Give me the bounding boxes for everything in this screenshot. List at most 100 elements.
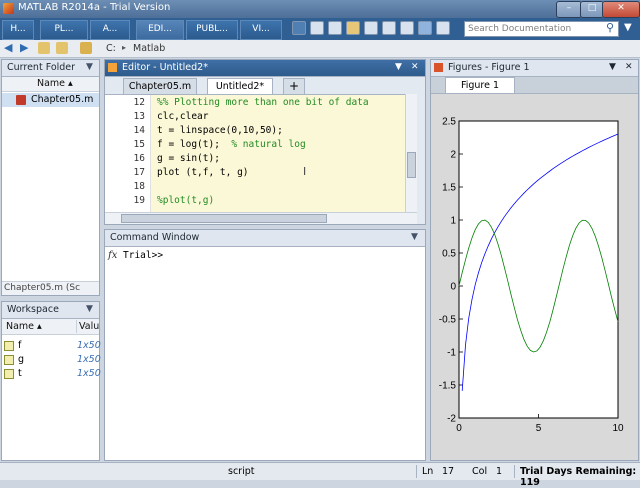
column-number: 1: [496, 466, 503, 477]
workspace-header: Name ▴ Valu: [2, 319, 99, 335]
address-drive[interactable]: C:: [106, 43, 116, 54]
line-number: 17: [442, 466, 455, 477]
close-button[interactable]: ✕: [602, 1, 640, 18]
variable-value: 1x50: [77, 368, 101, 379]
scrollbar-thumb[interactable]: [407, 152, 416, 178]
copy-icon[interactable]: [328, 21, 342, 35]
command-input[interactable]: fx Trial>>: [105, 247, 425, 460]
trial-days-remaining: Trial Days Remaining: 119: [520, 466, 637, 488]
help-icon[interactable]: [418, 21, 432, 35]
back-icon[interactable]: ◀: [4, 42, 16, 54]
figures-title: Figures - Figure 1 ▼ ✕: [431, 60, 638, 77]
figures-panel: Figures - Figure 1 ▼ ✕ Figure 1: [430, 59, 639, 461]
tab-figure-1[interactable]: Figure 1: [445, 77, 515, 93]
maximize-button[interactable]: □: [580, 1, 604, 18]
file-name: Chapter05.m: [31, 94, 94, 105]
figure-canvas: [431, 93, 638, 460]
details-bar: Chapter05.m (Sc: [2, 281, 99, 295]
panel-menu-icon[interactable]: ▼: [411, 232, 418, 242]
column-label: Col: [472, 466, 488, 477]
tab-home[interactable]: H...: [2, 20, 34, 40]
redo-icon[interactable]: [382, 21, 396, 35]
address-separator: ▸: [122, 43, 127, 52]
paste-icon[interactable]: [346, 21, 360, 35]
up-folder-icon[interactable]: [38, 42, 50, 54]
code-line: 18: [133, 181, 145, 192]
panel-menu-icon[interactable]: ▼: [86, 62, 93, 72]
switch-windows-icon[interactable]: [400, 21, 414, 35]
tab-view[interactable]: VI...: [240, 20, 282, 40]
cut-icon[interactable]: [310, 21, 324, 35]
tab-chapter05[interactable]: Chapter05.m: [123, 78, 197, 95]
code-line: 17 plot (t,f, t, g): [133, 167, 249, 178]
variable-name: g: [18, 354, 25, 365]
matlab-logo-icon: [3, 3, 14, 14]
undo-icon[interactable]: [364, 21, 378, 35]
details-text: Chapter05.m (Sc: [4, 283, 81, 293]
current-folder-title: Current Folder: [2, 60, 99, 77]
close-icon[interactable]: ✕: [625, 60, 633, 75]
figure-icon: [434, 63, 443, 72]
value-column-header[interactable]: Valu: [76, 320, 99, 333]
table-row[interactable]: t 1x50: [2, 368, 101, 381]
variable-name: t: [18, 368, 22, 379]
code-line: 12%% Plotting more than one bit of data: [133, 97, 369, 108]
status-bar: script Ln 17 Col 1 Trial Days Remaining:…: [0, 462, 640, 488]
function-browser-icon[interactable]: fx: [108, 250, 117, 261]
window-title: MATLAB R2014a - Trial Version: [18, 2, 171, 13]
name-column-label: Name ▴: [37, 78, 73, 89]
close-icon[interactable]: ✕: [411, 60, 419, 75]
variable-name: f: [18, 340, 22, 351]
forward-icon[interactable]: ▶: [20, 42, 32, 54]
tab-editor[interactable]: EDI...: [136, 20, 184, 40]
save-icon[interactable]: [292, 21, 306, 35]
command-prompt: Trial>>: [123, 250, 164, 261]
table-row[interactable]: g 1x50: [2, 354, 101, 367]
editor-panel: Editor - Untitled2* ▼ ✕ Chapter05.m Unti…: [104, 59, 426, 225]
code-line: 16 g = sin(t);: [133, 153, 220, 164]
variable-value: 1x50: [77, 340, 101, 351]
editor-title: Editor - Untitled2* ▼ ✕: [105, 60, 425, 77]
title-bar: MATLAB R2014a - Trial Version – □ ✕: [0, 0, 640, 18]
table-row[interactable]: f 1x50: [2, 340, 101, 353]
filter-icon[interactable]: ▼: [624, 22, 636, 34]
vertical-scrollbar[interactable]: [405, 94, 417, 212]
tab-publish[interactable]: PUBL...: [186, 20, 238, 40]
tab-plots[interactable]: PL...: [40, 20, 88, 40]
editor-title-text: Editor - Untitled2*: [122, 62, 208, 73]
search-documentation-input[interactable]: Search Documentation: [464, 21, 619, 37]
list-item[interactable]: Chapter05.m: [2, 93, 99, 107]
code-line: 19 %plot(t,g): [133, 195, 215, 206]
browse-folder-icon[interactable]: [56, 42, 68, 54]
figures-title-text: Figures - Figure 1: [448, 62, 530, 73]
panel-menu-icon[interactable]: ▼: [395, 60, 402, 75]
tab-apps[interactable]: A...: [90, 20, 130, 40]
current-folder-panel: Current Folder ▼ Name ▴ Chapter05.m Chap…: [1, 59, 100, 296]
search-icon[interactable]: ⚲: [606, 22, 618, 34]
line-label: Ln: [422, 466, 434, 477]
address-bar: ◀ ▶ C: ▸ Matlab: [0, 40, 640, 58]
tab-untitled2[interactable]: Untitled2*: [207, 78, 273, 95]
add-tab-button[interactable]: +: [283, 78, 305, 95]
editor-icon: [108, 63, 117, 72]
code-line: 14 t = linspace(0,10,50);: [133, 125, 283, 136]
folder-icon: [80, 42, 92, 54]
status-mode: script: [228, 466, 255, 477]
code-area[interactable]: 12%% Plotting more than one bit of data …: [105, 94, 405, 213]
address-folder[interactable]: Matlab: [133, 43, 165, 54]
minimize-button[interactable]: –: [556, 1, 582, 18]
code-line: 15 f = log(t); % natural log: [133, 139, 306, 150]
dropdown-icon[interactable]: [436, 21, 450, 35]
variable-icon: [4, 341, 14, 351]
text-cursor-icon: I: [303, 165, 307, 178]
name-column-header[interactable]: Name ▴: [6, 320, 42, 333]
scrollbar-thumb[interactable]: [121, 214, 327, 223]
horizontal-scrollbar[interactable]: [105, 212, 417, 224]
variable-value: 1x50: [77, 354, 101, 365]
m-file-icon: [16, 95, 26, 105]
panel-menu-icon[interactable]: ▼: [609, 60, 616, 75]
panel-menu-icon[interactable]: ▼: [86, 304, 93, 314]
variable-icon: [4, 355, 14, 365]
name-column-header[interactable]: Name ▴: [2, 77, 99, 92]
variable-icon: [4, 369, 14, 379]
